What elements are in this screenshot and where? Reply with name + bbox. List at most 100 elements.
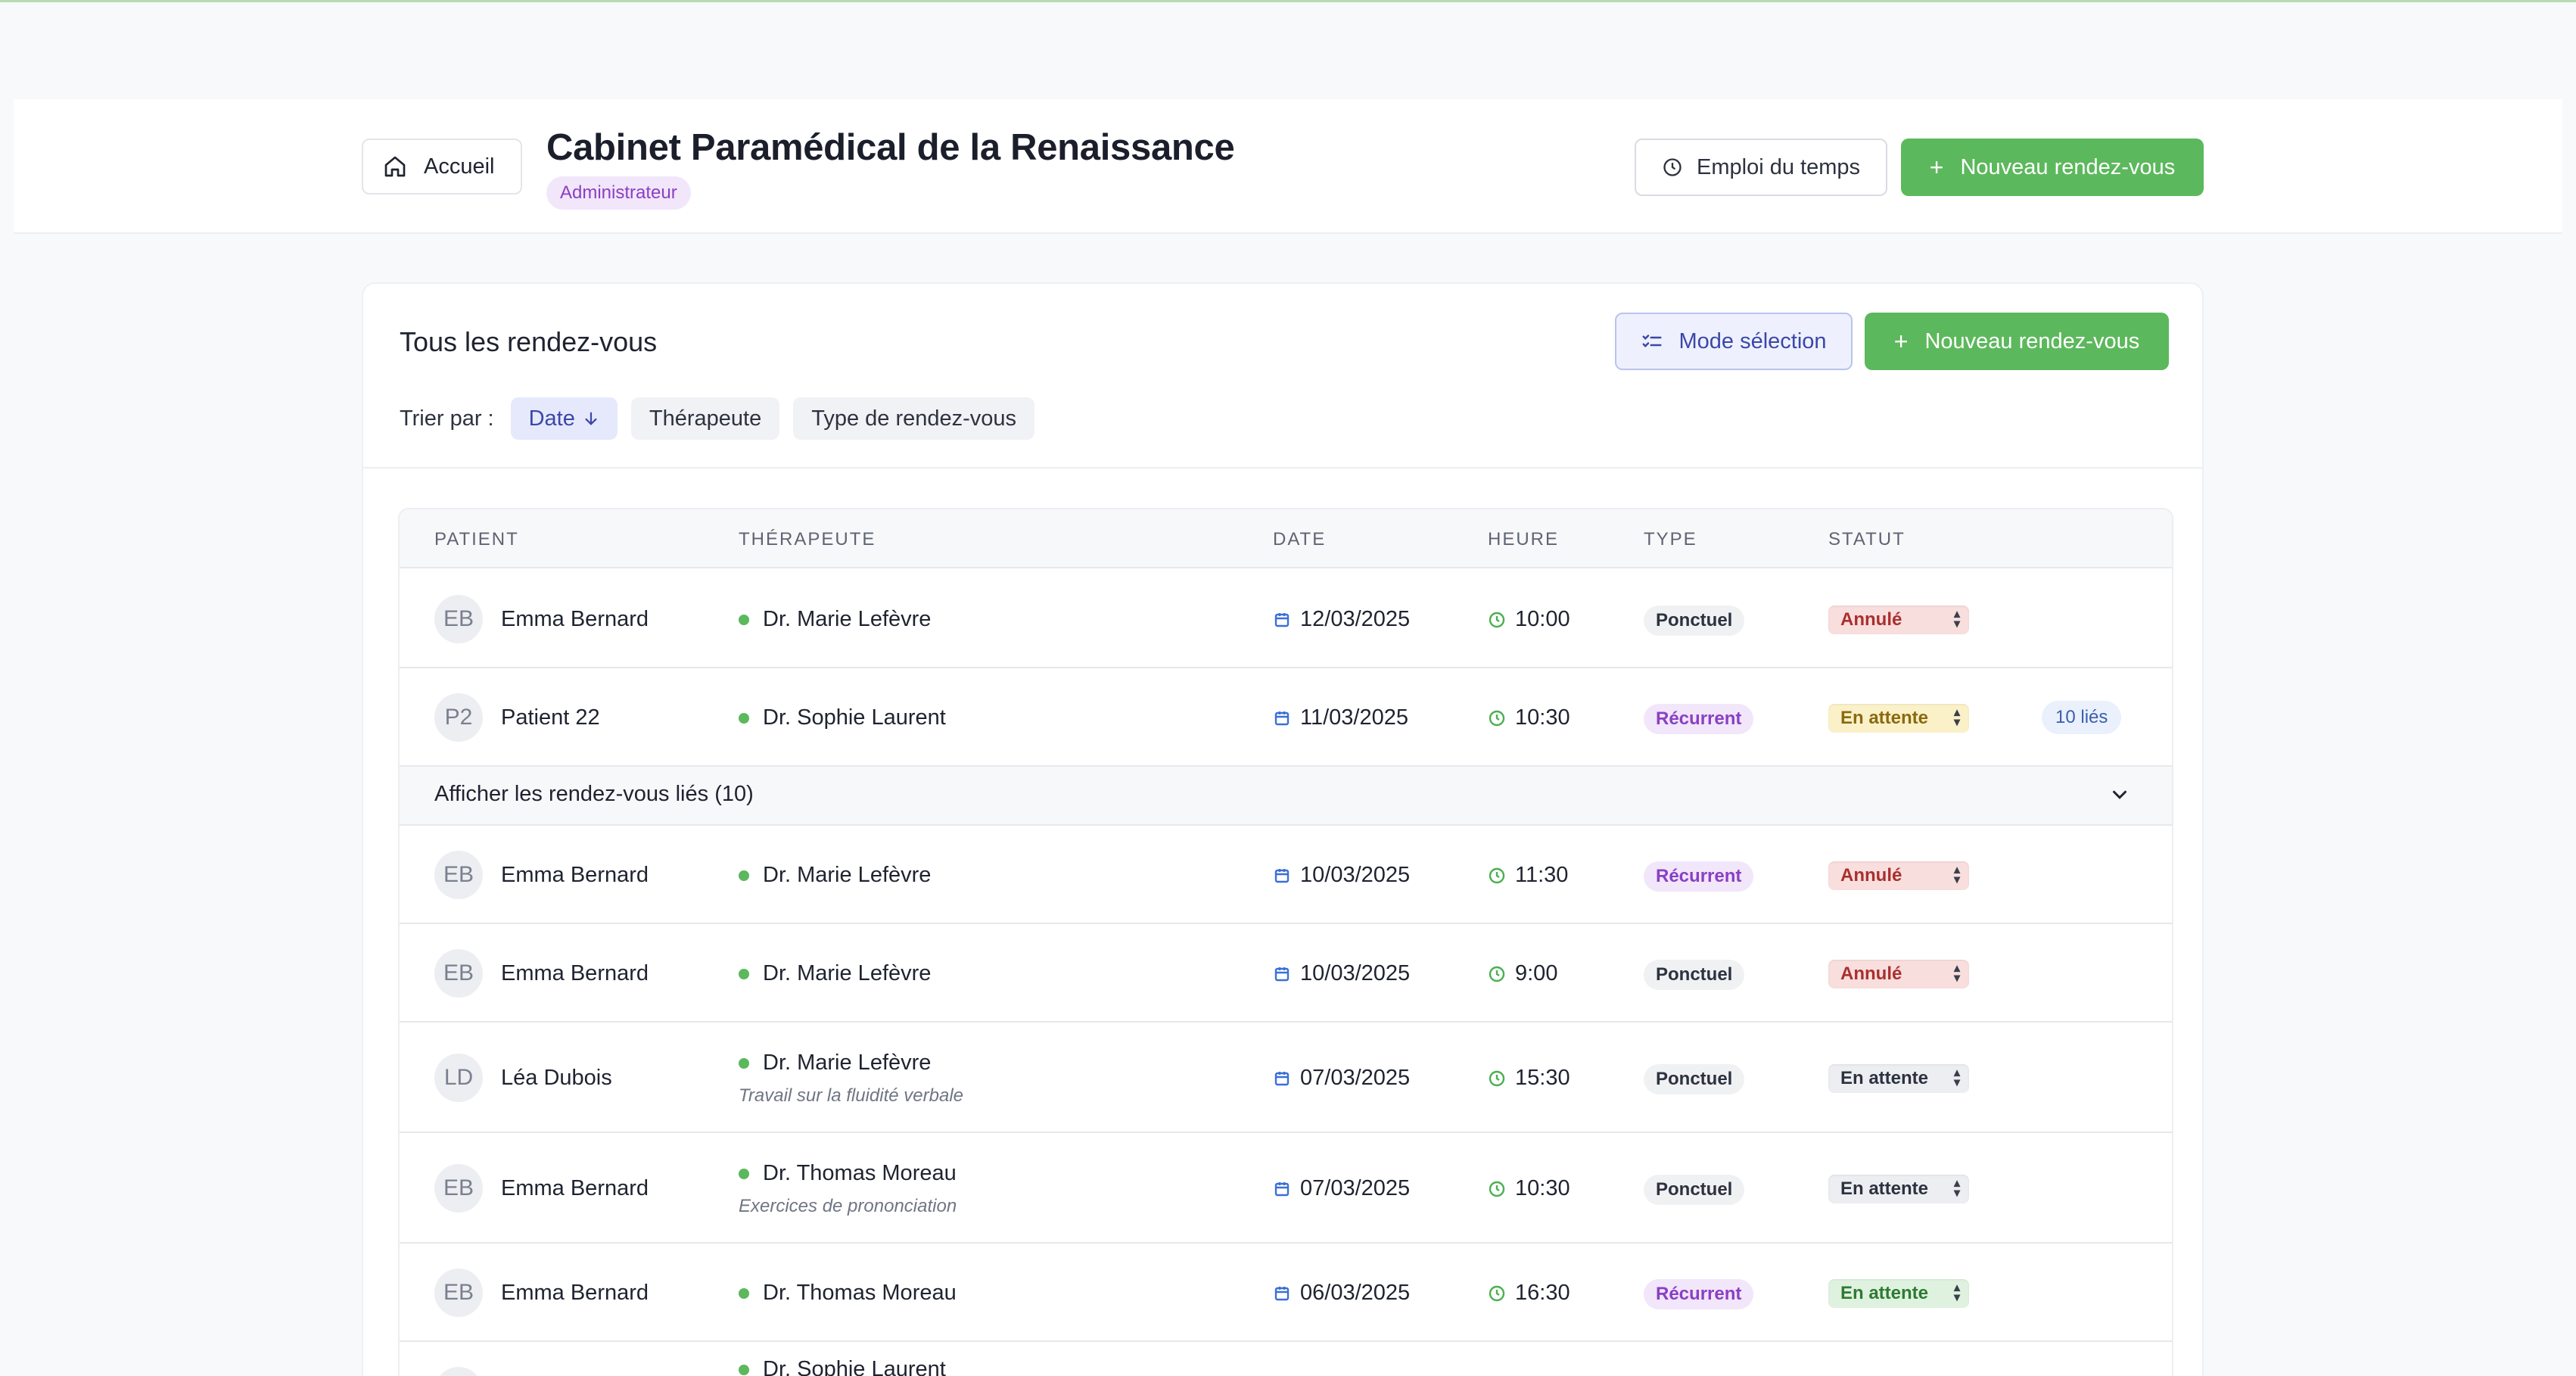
select-arrows-icon: ▴ ▾	[1953, 962, 1960, 985]
status-value: En attente	[1840, 1283, 1929, 1303]
therapist: Dr. Thomas Moreau	[739, 1281, 957, 1306]
patient-name[interactable]: Emma Bernard	[501, 1281, 649, 1306]
status-select[interactable]: Annulé ▴ ▾	[1828, 606, 1969, 634]
sort-chip-therapist[interactable]: Thérapeute	[630, 397, 780, 440]
plus-icon: +	[1929, 154, 1944, 181]
therapist-name: Dr. Marie Lefèvre	[763, 607, 932, 631]
calendar-icon	[1274, 711, 1290, 725]
status-select[interactable]: En attente ▴ ▾	[1828, 1279, 1969, 1308]
therapist: Dr. Marie Lefèvre	[739, 961, 931, 986]
clock-icon	[1489, 1070, 1505, 1086]
therapist: Dr. Sophie Laurent	[739, 1357, 946, 1376]
select-arrows-icon: ▴ ▾	[1953, 1281, 1960, 1304]
table-row[interactable]: LD Léa Dubois Dr. Marie Lefèvre Travail sur…	[400, 1023, 2172, 1133]
avatar: EB	[434, 1164, 483, 1213]
patient-name[interactable]: Emma Bernard	[501, 961, 649, 986]
checklist-icon	[1642, 335, 1662, 348]
type-badge: Récurrent	[1644, 704, 1754, 734]
status-select[interactable]: Annulé ▴ ▾	[1828, 861, 1969, 890]
avatar: EB	[434, 949, 483, 998]
table-row[interactable]: EB Emma Bernard Dr. Marie Lefèvre 10/03/202…	[400, 826, 2172, 924]
patient-name[interactable]: Emma Bernard	[501, 607, 649, 632]
calendar-icon	[1274, 1181, 1290, 1196]
patient-name[interactable]: Emma Bernard	[501, 863, 649, 888]
type-badge: Ponctuel	[1644, 960, 1745, 990]
new-appointment-button[interactable]: + Nouveau rendez-vous	[1901, 139, 2204, 196]
calendar-icon	[1274, 1071, 1290, 1085]
status-value: Annulé	[1840, 609, 1902, 630]
appointment-time: 9:00	[1488, 961, 1557, 986]
table-row[interactable]: P2 Patient 22 Dr. Sophie Laurent 11/03/2025…	[400, 668, 2172, 767]
therapist-name: Dr. Thomas Moreau	[763, 1281, 957, 1305]
card-new-appointment-button[interactable]: + Nouveau rendez-vous	[1865, 313, 2169, 370]
select-arrows-icon: ▴ ▾	[1953, 608, 1960, 630]
selection-mode-button[interactable]: Mode sélection	[1615, 313, 1853, 370]
date-value: 11/03/2025	[1300, 705, 1408, 730]
linked-count-badge[interactable]: 10 liés	[2042, 701, 2122, 734]
column-header-date[interactable]: Date	[1273, 529, 1326, 550]
calendar-icon	[1274, 612, 1290, 627]
type-badge: Récurrent	[1644, 861, 1754, 892]
status-dot	[739, 870, 749, 881]
select-arrows-icon: ▴ ▾	[1953, 1177, 1960, 1200]
therapist-name: Dr. Sophie Laurent	[763, 1357, 946, 1376]
avatar: P2	[434, 693, 483, 742]
status-value: En attente	[1840, 1068, 1929, 1088]
status-dot	[739, 1057, 749, 1069]
home-label: Accueil	[424, 154, 495, 179]
time-value: 10:30	[1515, 705, 1570, 730]
status-dot	[739, 614, 749, 625]
calendar-icon	[1274, 967, 1290, 981]
type-badge: Ponctuel	[1644, 606, 1745, 636]
column-header-status[interactable]: Statut	[1828, 529, 1906, 550]
appointment-date: 07/03/2025	[1273, 1176, 1410, 1201]
patient-name[interactable]: Emma Bernard	[501, 1176, 649, 1201]
patient-name[interactable]: Patient 22	[501, 705, 600, 730]
therapist: Dr. Marie Lefèvre	[739, 607, 931, 632]
status-dot	[739, 1287, 749, 1299]
status-select[interactable]: En attente ▴ ▾	[1828, 1175, 1969, 1203]
clock-icon	[1489, 1181, 1505, 1197]
appointment-date: 12/03/2025	[1273, 607, 1410, 632]
calendar-icon	[1274, 868, 1290, 883]
patient-name[interactable]: Léa Dubois	[501, 1066, 612, 1091]
sort-chip-date[interactable]: Date	[510, 397, 618, 440]
plus-icon: +	[1893, 328, 1909, 355]
home-button[interactable]: Accueil	[362, 139, 522, 195]
sort-chip-label: Date	[528, 406, 575, 431]
status-select[interactable]: Annulé ▴ ▾	[1828, 960, 1969, 988]
sort-bar: Trier par : Date Thérapeute Type de rend…	[400, 397, 1035, 440]
appointment-time: 10:30	[1488, 705, 1570, 730]
column-header-time[interactable]: Heure	[1488, 529, 1559, 550]
schedule-button[interactable]: Emploi du temps	[1635, 139, 1887, 196]
appointment-date: 10/03/2025	[1273, 961, 1410, 986]
time-value: 9:00	[1515, 961, 1558, 985]
time-value: 10:30	[1515, 1176, 1570, 1200]
appointment-date: 10/03/2025	[1273, 863, 1410, 888]
chevron-down-icon	[2113, 790, 2126, 799]
avatar: EB	[434, 595, 483, 643]
column-header-patient[interactable]: Patient	[434, 529, 519, 550]
role-badge: Administrateur	[546, 176, 691, 210]
table-row[interactable]: Dr. Sophie Laurent	[400, 1342, 2172, 1376]
clock-icon	[1489, 1285, 1505, 1301]
therapist: Dr. Sophie Laurent	[739, 705, 946, 730]
table-row[interactable]: EB Emma Bernard Dr. Thomas Moreau 06/03/202…	[400, 1244, 2172, 1342]
sort-chip-type[interactable]: Type de rendez-vous	[793, 397, 1035, 440]
column-header-therapist[interactable]: Thérapeute	[739, 529, 876, 550]
status-select[interactable]: En attente ▴ ▾	[1828, 1064, 1969, 1093]
status-value: En attente	[1840, 1178, 1929, 1199]
table-row[interactable]: EB Emma Bernard Dr. Marie Lefèvre 12/03/202…	[400, 570, 2172, 668]
table-row[interactable]: EB Emma Bernard Dr. Thomas Moreau Exercices…	[400, 1133, 2172, 1244]
table-header: Patient Thérapeute Date Heure Type Statu…	[400, 509, 2172, 568]
avatar: EB	[434, 851, 483, 899]
calendar-icon	[1274, 1286, 1290, 1300]
new-appointment-label: Nouveau rendez-vous	[1960, 154, 2176, 179]
appointment-note: Exercices de prononciation	[739, 1196, 957, 1216]
avatar: LD	[434, 1054, 483, 1102]
table-row[interactable]: EB Emma Bernard Dr. Marie Lefèvre 10/03/202…	[400, 924, 2172, 1023]
status-select[interactable]: En attente ▴ ▾	[1828, 704, 1969, 733]
column-header-type[interactable]: Type	[1644, 529, 1697, 550]
linked-appointments-toggle[interactable]: Afficher les rendez-vous liés (10)	[400, 767, 2172, 826]
clock-icon	[1489, 966, 1505, 982]
